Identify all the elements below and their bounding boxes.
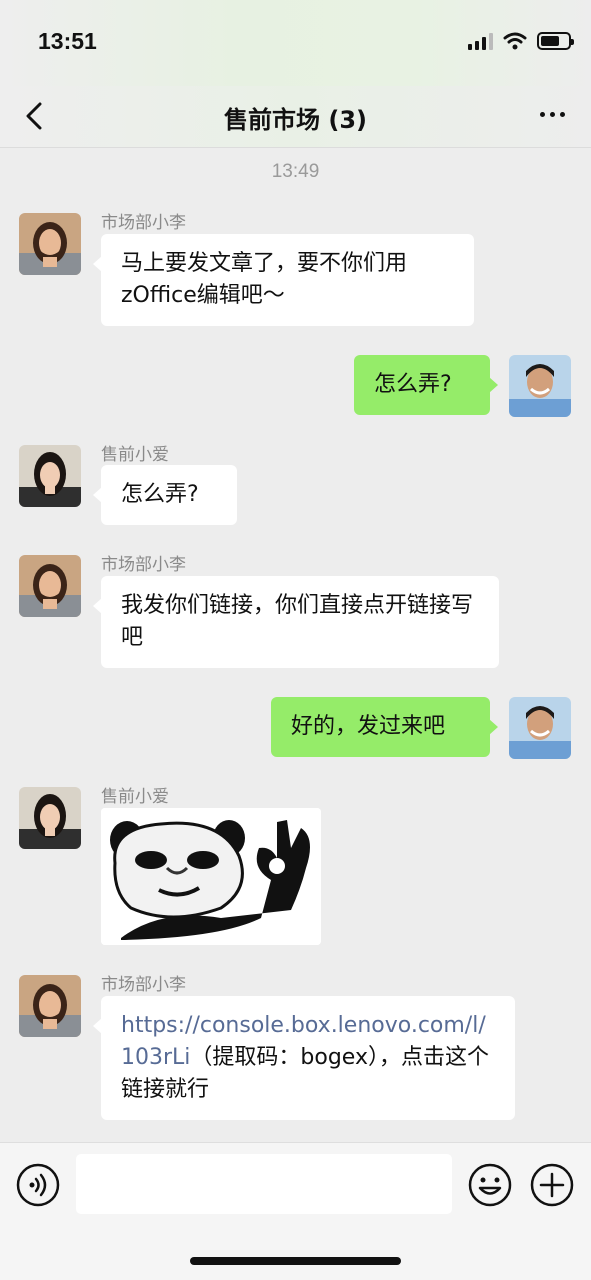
- plus-icon[interactable]: [530, 1163, 574, 1207]
- message-bubble-self[interactable]: 怎么弄?: [354, 355, 498, 415]
- sender-name: 市场部小李: [101, 975, 186, 995]
- sender-name: 售前小爱: [101, 445, 169, 465]
- message-bubble[interactable]: 马上要发文章了，要不你们用zOffice编辑吧～: [93, 234, 474, 326]
- message-timestamp: 13:49: [271, 161, 320, 182]
- message-bubble-self[interactable]: 好的，发过来吧: [271, 697, 498, 757]
- emoji-icon[interactable]: [468, 1163, 512, 1207]
- home-indicator[interactable]: [190, 1257, 401, 1265]
- avatar-self[interactable]: [509, 355, 571, 417]
- more-options-icon[interactable]: [540, 112, 565, 117]
- avatar-presales-ai[interactable]: [19, 787, 81, 849]
- avatar-self[interactable]: [509, 697, 571, 759]
- avatar-marketing-li[interactable]: [19, 975, 81, 1037]
- message-bubble-link[interactable]: https://console.box.lenovo.com/l/103rLi（…: [93, 996, 515, 1120]
- status-time: 13:51: [38, 28, 97, 54]
- message-input[interactable]: [76, 1154, 452, 1214]
- wifi-icon: [503, 32, 527, 50]
- avatar-marketing-li[interactable]: [19, 555, 81, 617]
- panda-ok-sticker[interactable]: [101, 808, 321, 945]
- sender-name: 市场部小李: [101, 213, 186, 233]
- battery-icon: [537, 32, 574, 50]
- chat-area[interactable]: 13:49 市场部小李 马上要发文章了，要不你们用zOffice编辑吧～ 怎么弄…: [0, 149, 591, 1142]
- sender-name: 市场部小李: [101, 555, 186, 575]
- sender-name: 售前小爱: [101, 787, 169, 807]
- chat-title: 售前市场 (3): [224, 106, 367, 134]
- status-icons: [468, 32, 574, 50]
- voice-input-icon[interactable]: [16, 1163, 60, 1207]
- message-bubble[interactable]: 怎么弄?: [93, 465, 237, 525]
- status-bar: 13:51: [0, 0, 591, 86]
- message-bubble[interactable]: 我发你们链接，你们直接点开链接写吧: [93, 576, 499, 668]
- avatar-marketing-li[interactable]: [19, 213, 81, 275]
- avatar-presales-ai[interactable]: [19, 445, 81, 507]
- cellular-signal-icon: [468, 32, 493, 50]
- nav-bar: 售前市场 (3): [0, 86, 591, 148]
